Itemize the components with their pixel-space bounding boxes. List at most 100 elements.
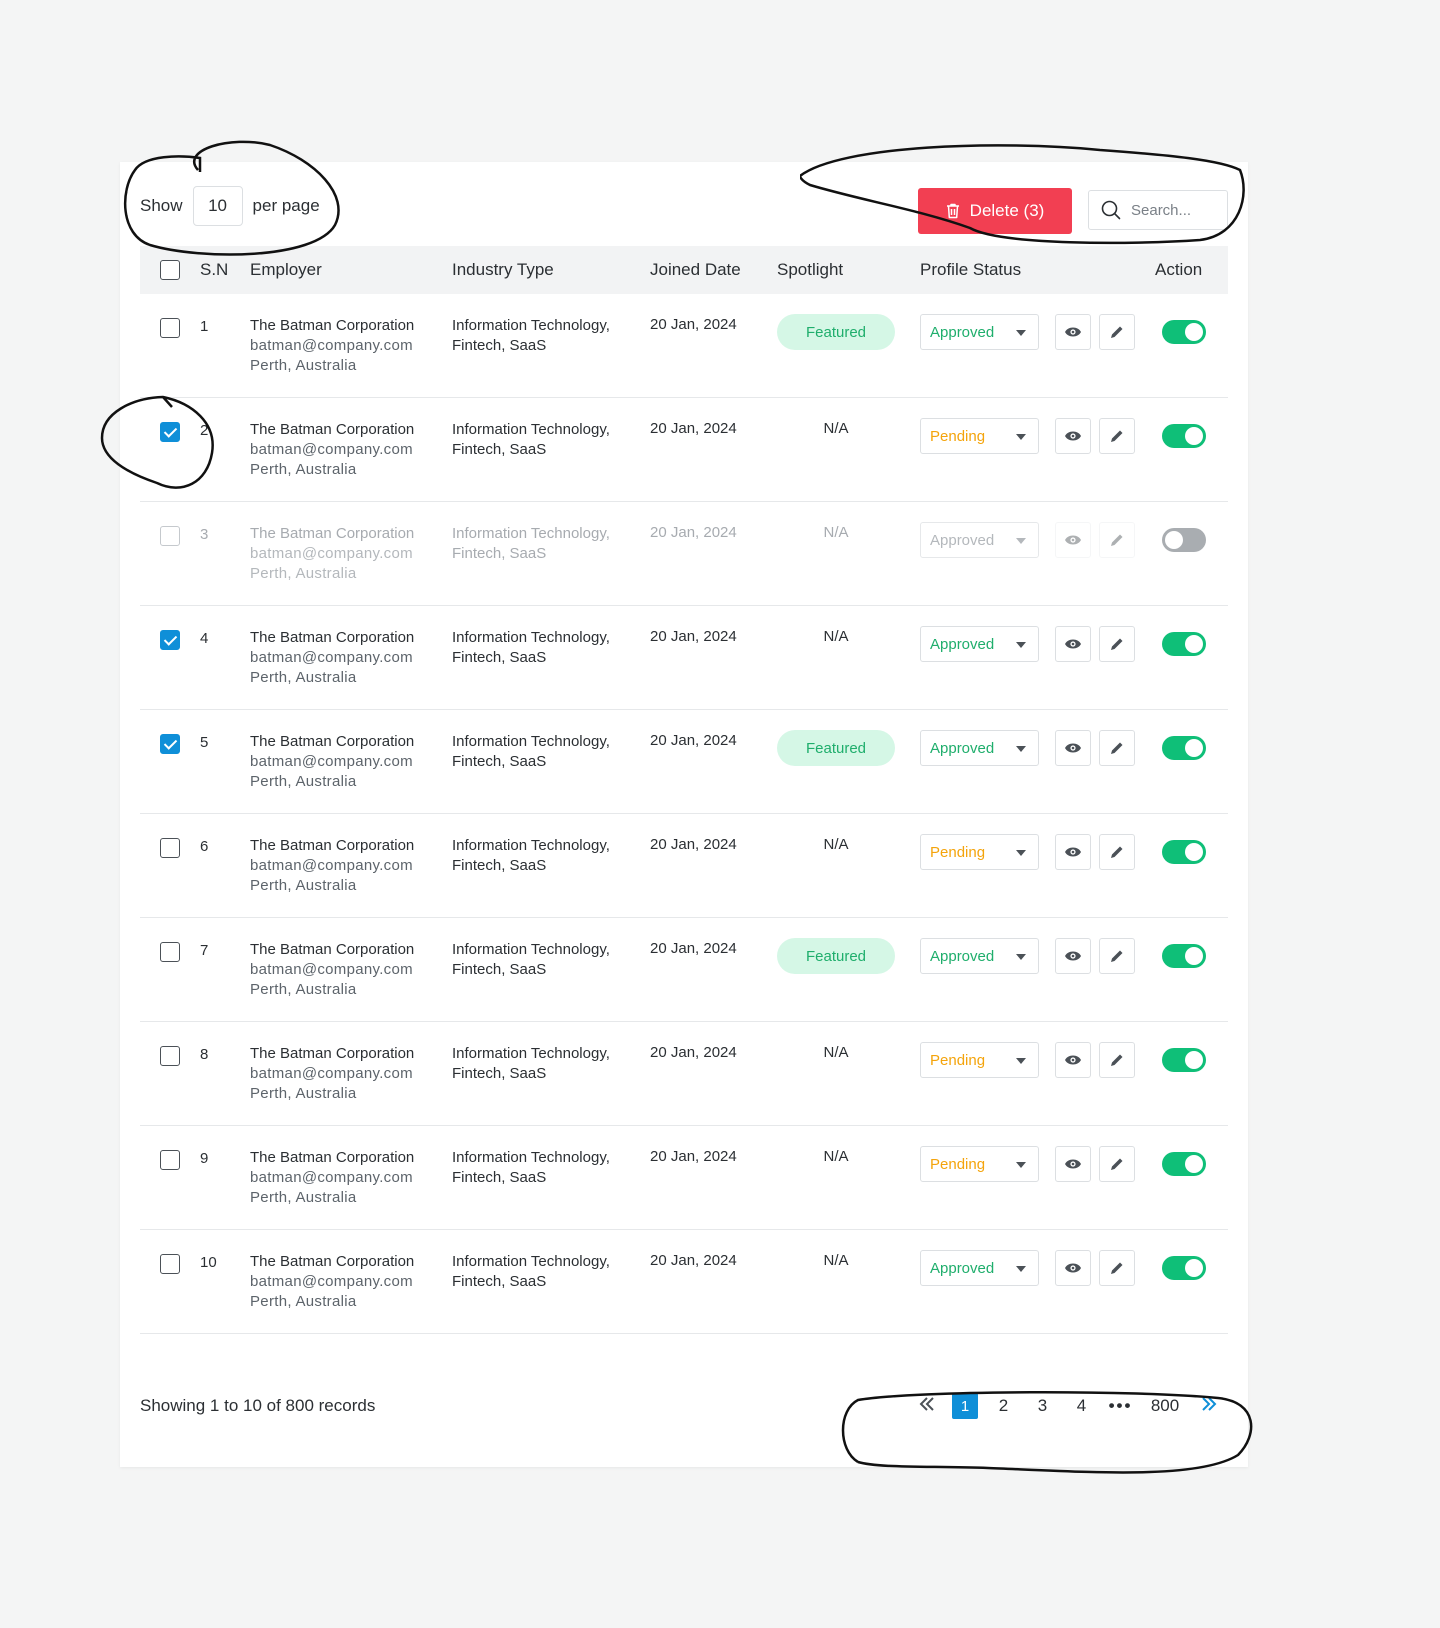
- pencil-icon: [1111, 742, 1123, 754]
- row-select-checkbox[interactable]: [160, 838, 180, 858]
- employer-location: Perth, Australia: [250, 357, 357, 374]
- industry-cell: Information Technology, Fintech, SaaS: [452, 1044, 610, 1084]
- profile-status-value: Approved: [930, 1259, 995, 1277]
- view-button[interactable]: [1055, 938, 1091, 974]
- industry-cell: Information Technology, Fintech, SaaS: [452, 316, 610, 356]
- page-button-last[interactable]: 800: [1140, 1396, 1190, 1416]
- pencil-icon: [1111, 430, 1123, 442]
- eye-icon: [1065, 1263, 1081, 1273]
- row-select-checkbox[interactable]: [160, 630, 180, 650]
- select-all-checkbox[interactable]: [160, 260, 180, 280]
- profile-status-select[interactable]: Approved: [920, 314, 1039, 350]
- active-toggle[interactable]: [1162, 840, 1206, 864]
- edit-button[interactable]: [1099, 1250, 1135, 1286]
- joined-date: 20 Jan, 2024: [650, 628, 737, 645]
- edit-button[interactable]: [1099, 626, 1135, 662]
- industry-line-2: Fintech, SaaS: [452, 545, 547, 562]
- edit-button[interactable]: [1099, 730, 1135, 766]
- view-button[interactable]: [1055, 834, 1091, 870]
- column-header-action: Action: [1155, 260, 1203, 279]
- industry-line-1: Information Technology,: [452, 1149, 610, 1166]
- view-button[interactable]: [1055, 314, 1091, 350]
- industry-cell: Information Technology, Fintech, SaaS: [452, 836, 610, 876]
- per-page-input[interactable]: 10: [192, 186, 243, 226]
- view-button[interactable]: [1055, 418, 1091, 454]
- profile-status-select[interactable]: Approved: [920, 626, 1039, 662]
- industry-line-1: Information Technology,: [452, 1045, 610, 1062]
- page-button-3[interactable]: 3: [1023, 1396, 1062, 1416]
- view-button[interactable]: [1055, 626, 1091, 662]
- employer-location: Perth, Australia: [250, 1085, 357, 1102]
- row-select-checkbox[interactable]: [160, 422, 180, 442]
- search-input[interactable]: Search...: [1088, 190, 1228, 230]
- profile-status-select[interactable]: Pending: [920, 1042, 1039, 1078]
- row-select-checkbox[interactable]: [160, 1254, 180, 1274]
- industry-line-1: Information Technology,: [452, 317, 610, 334]
- industry-line-1: Information Technology,: [452, 733, 610, 750]
- industry-line-2: Fintech, SaaS: [452, 1065, 547, 1082]
- profile-status-select[interactable]: Approved: [920, 522, 1039, 558]
- spotlight-value: N/A: [823, 420, 849, 437]
- industry-line-2: Fintech, SaaS: [452, 337, 547, 354]
- employer-email: batman@company.com: [250, 545, 413, 562]
- profile-status-select[interactable]: Pending: [920, 834, 1039, 870]
- caret-down-icon: [1016, 642, 1026, 648]
- active-toggle[interactable]: [1162, 1048, 1206, 1072]
- edit-button[interactable]: [1099, 834, 1135, 870]
- profile-status-value: Approved: [930, 947, 995, 965]
- page-button-4[interactable]: 4: [1062, 1396, 1101, 1416]
- row-select-checkbox[interactable]: [160, 942, 180, 962]
- profile-status-select[interactable]: Pending: [920, 1146, 1039, 1182]
- employer-email: batman@company.com: [250, 753, 413, 770]
- first-page-button[interactable]: [908, 1396, 946, 1417]
- pencil-icon: [1111, 326, 1123, 338]
- active-toggle[interactable]: [1162, 632, 1206, 656]
- joined-date: 20 Jan, 2024: [650, 1148, 737, 1165]
- pencil-icon: [1111, 638, 1123, 650]
- next-page-button[interactable]: [1190, 1396, 1228, 1417]
- view-button[interactable]: [1055, 1146, 1091, 1182]
- profile-status-select[interactable]: Approved: [920, 1250, 1039, 1286]
- employer-email: batman@company.com: [250, 961, 413, 978]
- industry-line-2: Fintech, SaaS: [452, 1169, 547, 1186]
- page-button-2[interactable]: 2: [984, 1396, 1023, 1416]
- view-button[interactable]: [1055, 1042, 1091, 1078]
- view-button[interactable]: [1055, 522, 1091, 558]
- employer-email: batman@company.com: [250, 1169, 413, 1186]
- edit-button[interactable]: [1099, 938, 1135, 974]
- edit-button[interactable]: [1099, 314, 1135, 350]
- view-button[interactable]: [1055, 730, 1091, 766]
- edit-button[interactable]: [1099, 1146, 1135, 1182]
- view-button[interactable]: [1055, 1250, 1091, 1286]
- row-select-checkbox[interactable]: [160, 1046, 180, 1066]
- employers-table-card: Show 10 per page Delete (3) Search... S.…: [120, 162, 1248, 1467]
- edit-button[interactable]: [1099, 1042, 1135, 1078]
- industry-cell: Information Technology, Fintech, SaaS: [452, 420, 610, 460]
- delete-selected-button[interactable]: Delete (3): [918, 188, 1072, 234]
- profile-status-select[interactable]: Pending: [920, 418, 1039, 454]
- row-select-checkbox[interactable]: [160, 1150, 180, 1170]
- page-button-1[interactable]: 1: [952, 1393, 978, 1419]
- eye-icon: [1065, 639, 1081, 649]
- active-toggle[interactable]: [1162, 528, 1206, 552]
- profile-status-value: Pending: [930, 1051, 986, 1069]
- industry-cell: Information Technology, Fintech, SaaS: [452, 940, 610, 980]
- spotlight-featured-badge: Featured: [777, 314, 895, 350]
- industry-line-2: Fintech, SaaS: [452, 1273, 547, 1290]
- active-toggle[interactable]: [1162, 944, 1206, 968]
- active-toggle[interactable]: [1162, 1256, 1206, 1280]
- profile-status-select[interactable]: Approved: [920, 730, 1039, 766]
- profile-status-value: Pending: [930, 843, 986, 861]
- active-toggle[interactable]: [1162, 1152, 1206, 1176]
- row-select-checkbox[interactable]: [160, 734, 180, 754]
- edit-button[interactable]: [1099, 418, 1135, 454]
- active-toggle[interactable]: [1162, 424, 1206, 448]
- row-select-checkbox[interactable]: [160, 526, 180, 546]
- employer-name: The Batman Corporation: [250, 733, 415, 750]
- edit-button[interactable]: [1099, 522, 1135, 558]
- column-header-sn: S.N: [200, 260, 229, 279]
- active-toggle[interactable]: [1162, 320, 1206, 344]
- active-toggle[interactable]: [1162, 736, 1206, 760]
- row-select-checkbox[interactable]: [160, 318, 180, 338]
- profile-status-select[interactable]: Approved: [920, 938, 1039, 974]
